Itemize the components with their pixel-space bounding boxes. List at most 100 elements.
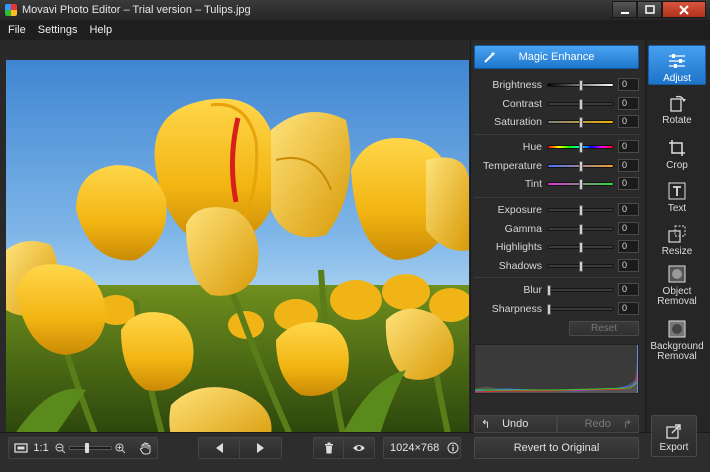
temperature-value-field[interactable]: 0 [618,158,639,172]
minimize-button[interactable] [612,1,637,18]
gamma-label: Gamma [504,222,542,235]
contrast-slider-handle[interactable] [578,98,583,110]
blur-slider[interactable] [547,285,614,296]
fit-to-window-button[interactable] [9,442,33,454]
resize-icon [666,223,688,245]
zoom-out-icon[interactable] [55,443,66,454]
gamma-slider-handle[interactable] [578,223,583,235]
tint-value-field[interactable]: 0 [618,177,639,190]
title-bar: Movavi Photo Editor – Trial version – Tu… [0,0,710,20]
delete-button[interactable] [314,438,344,458]
highlights-slider-handle[interactable] [578,242,583,253]
highlights-label: Highlights [495,241,542,253]
menu-help[interactable]: Help [85,24,116,36]
temperature-slider[interactable] [547,160,614,172]
export-icon [666,424,681,439]
previous-image-button[interactable] [199,438,241,458]
actual-size-button[interactable]: 1:1 [33,442,48,454]
gamma-slider[interactable] [547,223,614,235]
shadows-slider-handle[interactable] [578,260,583,272]
tool-crop[interactable]: Crop [648,137,706,171]
sharpness-slider-handle[interactable] [547,303,551,315]
tool-text[interactable]: Text [648,180,706,214]
menu-settings[interactable]: Settings [34,24,82,36]
temperature-row: Temperature 0 [472,158,642,173]
next-image-button[interactable] [240,443,281,453]
exposure-slider-handle[interactable] [578,205,583,216]
blur-label: Blur [523,284,542,296]
zoom-slider[interactable] [68,443,113,453]
temperature-slider-handle[interactable] [578,160,583,172]
fit-screen-icon [14,443,28,453]
contrast-value-field[interactable]: 0 [618,96,639,110]
redo-button[interactable]: Redo ↱ [556,415,639,433]
highlights-value-field[interactable]: 0 [618,240,639,253]
blur-row: Blur 0 [472,283,642,297]
saturation-label: Saturation [494,116,542,128]
close-icon [679,4,689,15]
brightness-slider-handle[interactable] [578,80,583,91]
tint-slider-handle[interactable] [578,179,583,190]
zoom-controls: 1:1 [8,437,158,459]
reset-button[interactable]: Reset [569,321,639,336]
tool-background-removal[interactable]: Background Removal [648,318,706,362]
redo-label: Redo [584,418,611,430]
menu-file[interactable]: File [4,24,30,36]
hue-value-field[interactable]: 0 [618,140,639,153]
magic-enhance-button[interactable]: Magic Enhance [474,45,639,69]
compare-preview-button[interactable] [344,443,374,453]
saturation-value-field[interactable]: 0 [618,115,639,128]
undo-button[interactable]: ↰ Undo [474,415,557,433]
rotate-icon [666,92,688,114]
info-button[interactable] [447,442,459,454]
image-navigation [198,437,282,459]
sharpness-slider[interactable] [547,303,614,315]
shadows-value-field[interactable]: 0 [618,258,639,272]
saturation-slider-handle[interactable] [578,117,583,128]
maximize-button[interactable] [637,1,662,18]
tool-adjust-label: Adjust [663,73,691,84]
contrast-slider[interactable] [547,98,614,110]
exposure-value-field[interactable]: 0 [618,203,639,216]
zoom-slider-handle[interactable] [84,443,89,453]
tool-resize[interactable]: Resize [648,223,706,257]
gamma-value-field[interactable]: 0 [618,221,639,235]
highlights-slider[interactable] [547,242,614,253]
hand-icon [139,442,151,454]
pan-hand-button[interactable] [133,442,157,455]
close-button[interactable] [662,1,706,18]
arrow-left-icon [215,443,223,453]
hue-slider[interactable] [547,142,614,153]
shadows-row: Shadows 0 [472,258,642,273]
contrast-label: Contrast [502,97,542,110]
blur-value-field[interactable]: 0 [618,283,639,296]
tint-slider[interactable] [547,179,614,190]
section-divider [474,277,639,278]
revert-to-original-button[interactable]: Revert to Original [474,437,639,459]
tulips-photo [6,98,469,448]
arrow-right-icon [257,443,264,453]
tool-adjust[interactable]: Adjust [648,45,706,85]
saturation-slider[interactable] [547,117,614,128]
section-divider [474,197,639,198]
sharpness-label: Sharpness [491,302,542,315]
zoom-in-icon[interactable] [115,443,126,454]
menu-bar: File Settings Help [0,20,710,40]
sharpness-value-field[interactable]: 0 [618,301,639,315]
brightness-value-field[interactable]: 0 [618,78,639,91]
tool-rotate[interactable]: Rotate [648,92,706,126]
contrast-row: Contrast 0 [472,96,642,111]
app-logo-icon [5,4,17,16]
shadows-slider[interactable] [547,260,614,272]
brightness-slider[interactable] [547,80,614,91]
window-controls [612,1,706,18]
export-button[interactable]: Export [651,415,697,457]
background-removal-icon [666,318,688,340]
magic-wand-icon [484,51,496,63]
tool-object-removal[interactable]: Object Removal [648,263,706,307]
photo-canvas[interactable] [6,60,469,448]
exposure-slider[interactable] [547,205,614,216]
hue-slider-handle[interactable] [578,142,583,153]
blur-slider-handle[interactable] [547,285,551,296]
brightness-row: Brightness 0 [472,78,642,92]
